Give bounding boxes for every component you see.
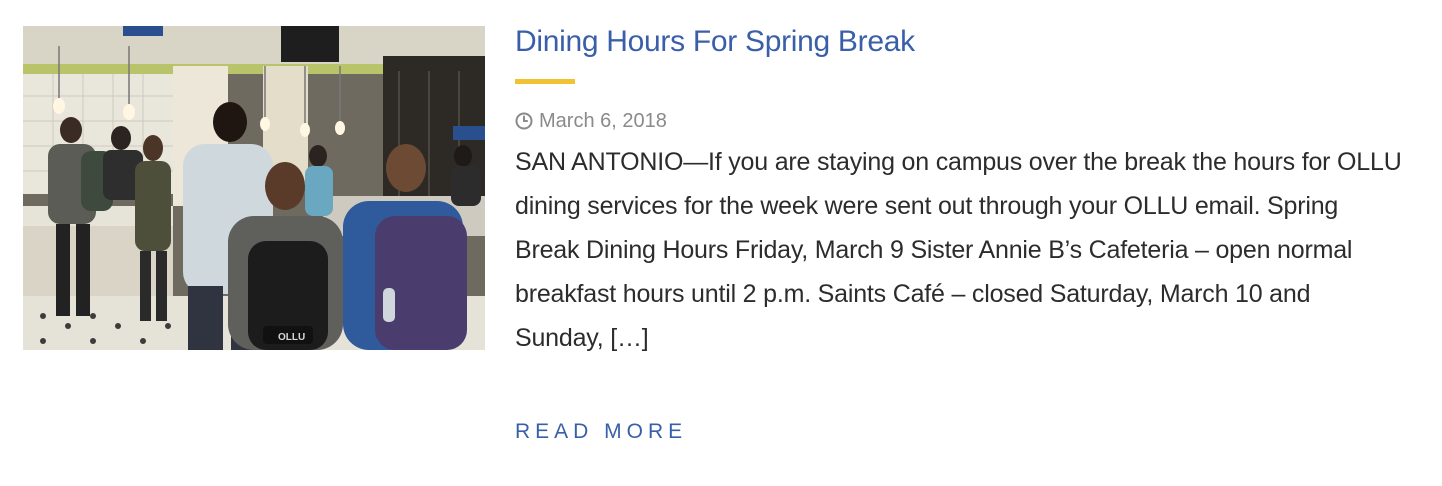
title-underline <box>515 79 575 84</box>
read-more-link[interactable]: READ MORE <box>515 420 687 444</box>
post-meta: March 6, 2018 <box>515 109 1415 133</box>
backpack-text: OLLU <box>278 332 305 343</box>
post-date: March 6, 2018 <box>539 110 667 132</box>
post-excerpt: SAN ANTONIO—If you are staying on campus… <box>515 148 1402 352</box>
cafeteria-photo: OLLU <box>23 26 485 350</box>
post-thumbnail[interactable]: OLLU <box>23 26 485 350</box>
post-card: OLLU Dining Hours For Spring Break March… <box>0 0 1442 486</box>
post-content: Dining Hours For Spring Break March 6, 2… <box>515 22 1415 385</box>
clock-icon <box>515 112 533 130</box>
post-title[interactable]: Dining Hours For Spring Break <box>515 22 915 62</box>
